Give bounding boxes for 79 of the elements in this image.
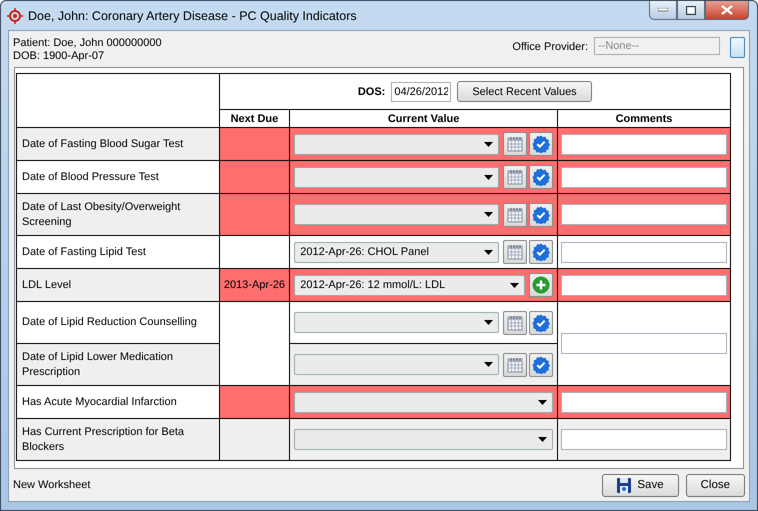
calendar-icon <box>506 206 523 222</box>
calendar-button[interactable] <box>502 352 527 376</box>
verify-icon <box>532 314 550 332</box>
calendar-button[interactable] <box>502 132 527 156</box>
maximize-button[interactable] <box>677 1 705 20</box>
verify-button[interactable] <box>528 240 553 264</box>
comment-field[interactable] <box>560 392 727 412</box>
status-text: New Worksheet <box>13 479 90 491</box>
measure-label: Has Acute Myocardial Infarction <box>16 386 220 418</box>
dropdown-caret-icon <box>484 320 493 325</box>
date-of-birth: DOB: 1900-Apr-07 <box>13 50 106 62</box>
close-button[interactable]: Close <box>686 474 745 496</box>
measure-label: Has Current Prescription for Beta Blockers <box>16 418 220 460</box>
measure-label: Date of Last Obesity/Overweight Screening <box>16 194 220 236</box>
verify-icon <box>532 135 550 153</box>
value-dropdown[interactable]: 2012-Apr-26: 12 mmol/L: LDL <box>294 274 525 296</box>
dropdown-caret-icon <box>484 250 493 254</box>
office-provider-label: Office Provider: <box>512 40 588 53</box>
value-dropdown[interactable] <box>294 204 499 225</box>
minimize-button[interactable] <box>649 1 677 20</box>
verify-icon <box>532 356 550 374</box>
close-icon <box>721 5 733 15</box>
select-recent-values-button[interactable]: Select Recent Values <box>457 81 592 102</box>
comment-field[interactable] <box>560 134 727 154</box>
measure-label: LDL Level <box>16 268 220 302</box>
verify-icon <box>532 168 550 186</box>
comment-field[interactable] <box>560 166 727 188</box>
value-dropdown[interactable] <box>294 312 499 333</box>
comment-field[interactable] <box>560 333 727 354</box>
calendar-icon <box>506 136 523 152</box>
calendar-icon <box>506 314 523 330</box>
close-window-button[interactable] <box>705 1 749 20</box>
verify-icon <box>532 243 550 261</box>
next-due-date: 2013-Apr-26 <box>224 279 285 291</box>
patient-name: Patient: Doe, John 000000000 <box>13 37 162 49</box>
calendar-button[interactable] <box>502 310 527 334</box>
dropdown-caret-icon <box>510 282 519 288</box>
comment-field[interactable] <box>560 274 727 296</box>
value-dropdown[interactable] <box>294 354 499 375</box>
dropdown-caret-icon <box>484 362 493 367</box>
value-dropdown[interactable]: 2012-Apr-26: CHOL Panel <box>294 242 499 262</box>
dos-label: DOS: <box>358 86 386 98</box>
verify-button[interactable] <box>528 132 553 156</box>
add-button[interactable] <box>528 273 553 297</box>
dropdown-caret-icon <box>484 212 493 217</box>
calendar-icon <box>506 356 523 372</box>
maximize-icon <box>686 6 696 14</box>
calendar-icon <box>506 244 523 260</box>
save-button[interactable]: Save <box>602 474 679 496</box>
measure-label: Date of Fasting Blood Sugar Test <box>16 128 220 160</box>
calendar-button[interactable] <box>502 202 527 226</box>
verify-button[interactable] <box>528 310 553 334</box>
calendar-icon <box>506 169 523 185</box>
dropdown-caret-icon <box>538 437 547 442</box>
plus-icon <box>532 276 550 294</box>
comment-field[interactable] <box>560 204 727 225</box>
window-title: Doe, John: Coronary Artery Disease - PC Quality Indicators <box>28 8 357 22</box>
measure-label: Date of Blood Pressure Test <box>16 160 220 194</box>
dropdown-caret-icon <box>484 174 493 180</box>
calendar-button[interactable] <box>502 165 527 189</box>
comment-field[interactable] <box>560 242 727 262</box>
value-dropdown[interactable] <box>294 166 499 188</box>
calendar-button[interactable] <box>502 240 527 264</box>
comment-field[interactable] <box>560 429 727 450</box>
dropdown-caret-icon <box>484 142 493 146</box>
measure-label: Date of Lipid Reduction Counselling <box>16 302 220 344</box>
value-dropdown[interactable] <box>294 392 553 412</box>
verify-button[interactable] <box>528 165 553 189</box>
provider-lookup-button[interactable] <box>730 37 745 58</box>
measure-label: Date of Lipid Lower Medication Prescription <box>16 344 220 386</box>
value-dropdown[interactable] <box>294 429 553 450</box>
value-dropdown[interactable] <box>294 134 499 154</box>
verify-icon <box>532 206 550 224</box>
app-icon <box>7 8 23 24</box>
verify-button[interactable] <box>528 352 553 376</box>
dropdown-caret-icon <box>538 400 547 404</box>
minimize-icon <box>658 8 668 12</box>
measure-label: Date of Fasting Lipid Test <box>16 236 220 268</box>
verify-button[interactable] <box>528 202 553 226</box>
